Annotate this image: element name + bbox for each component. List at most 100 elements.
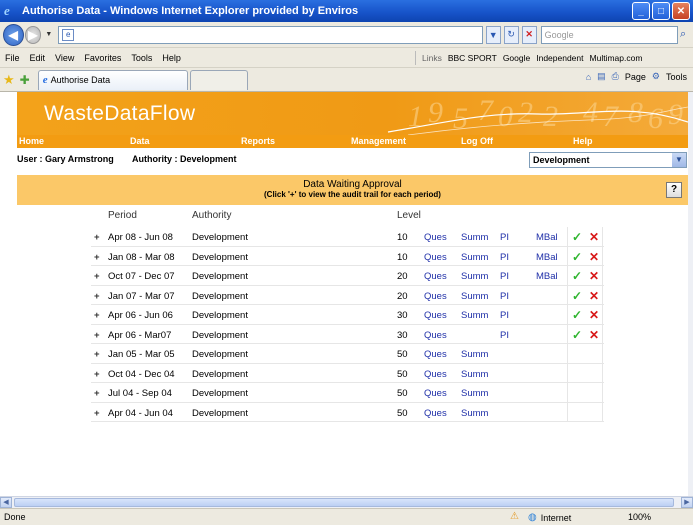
expand-audit-button[interactable]: + [94,369,100,380]
expand-audit-button[interactable]: + [94,232,100,243]
menu-help[interactable]: Help [157,53,186,63]
history-dropdown-icon[interactable]: ▼ [45,31,52,38]
approve-check-icon[interactable]: ✓ [572,308,582,322]
scroll-left-icon[interactable]: ◀ [0,497,12,508]
expand-audit-button[interactable]: + [94,330,100,341]
ques-link[interactable]: Ques [424,349,447,360]
nav-data[interactable]: Data [130,136,150,146]
menu-file[interactable]: File [0,53,25,63]
reject-x-icon[interactable]: ✕ [589,289,599,303]
expand-audit-button[interactable]: + [94,252,100,263]
ques-link[interactable]: Ques [424,310,447,321]
feeds-icon[interactable]: ▤ [597,71,606,82]
forward-button[interactable]: ▶ [24,25,42,44]
reject-x-icon[interactable]: ✕ [589,230,599,244]
close-button[interactable]: ✕ [672,2,690,20]
scroll-right-icon[interactable]: ▶ [681,497,693,508]
add-favorites-icon[interactable]: ✚ [20,73,30,87]
links-separator [415,51,416,65]
tools-menu[interactable]: Tools [666,72,687,82]
approve-check-icon[interactable]: ✓ [572,230,582,244]
ques-link[interactable]: Ques [424,252,447,263]
expand-audit-button[interactable]: + [94,310,100,321]
summ-link[interactable]: Summ [461,232,488,243]
home-icon[interactable]: ⌂ [586,72,591,82]
favorites-star-icon[interactable]: ★ [3,72,15,88]
svg-text:7: 7 [478,94,495,127]
mbal-link[interactable]: MBal [536,252,558,263]
summ-link[interactable]: Summ [461,369,488,380]
expand-audit-button[interactable]: + [94,291,100,302]
menu-view[interactable]: View [50,53,79,63]
minimize-button[interactable]: _ [632,2,650,20]
row-level: 50 [397,368,408,380]
help-button[interactable]: ? [666,182,682,198]
pi-link[interactable]: PI [500,252,509,263]
back-button[interactable]: ◀ [3,23,24,46]
summ-link[interactable]: Summ [461,388,488,399]
menu-edit[interactable]: Edit [25,53,51,63]
ques-link[interactable]: Ques [424,408,447,419]
expand-audit-button[interactable]: + [94,271,100,282]
ques-link[interactable]: Ques [424,291,447,302]
expand-audit-button[interactable]: + [94,408,100,419]
link-independent[interactable]: Independent [536,53,583,63]
reject-x-icon[interactable]: ✕ [589,328,599,342]
summ-link[interactable]: Summ [461,291,488,302]
summ-link[interactable]: Summ [461,252,488,263]
mbal-link[interactable]: MBal [536,271,558,282]
address-dropdown-icon[interactable]: ▼ [485,25,501,44]
nav-management[interactable]: Management [351,136,406,146]
approve-check-icon[interactable]: ✓ [572,269,582,283]
expand-audit-button[interactable]: + [94,388,100,399]
approve-check-icon[interactable]: ✓ [572,250,582,264]
nav-help[interactable]: Help [573,136,593,146]
ques-link[interactable]: Ques [424,388,447,399]
link-multimap[interactable]: Multimap.com [590,53,643,63]
vertical-scrollbar[interactable] [688,92,693,496]
pi-link[interactable]: PI [500,232,509,243]
maximize-button[interactable]: □ [652,2,670,20]
menu-favorites[interactable]: Favorites [79,53,126,63]
search-icon[interactable]: ⌕ [680,28,693,41]
expand-audit-button[interactable]: + [94,349,100,360]
pi-link[interactable]: PI [500,330,509,341]
summ-link[interactable]: Summ [461,349,488,360]
reject-x-icon[interactable]: ✕ [589,308,599,322]
page-menu[interactable]: Page [625,72,646,82]
mbal-link[interactable]: MBal [536,232,558,243]
scroll-thumb[interactable] [14,498,674,507]
pi-link[interactable]: PI [500,310,509,321]
new-tab-button[interactable] [189,69,248,90]
link-bbc-sport[interactable]: BBC SPORT [448,53,497,63]
search-input[interactable]: Google [540,25,679,44]
approve-check-icon[interactable]: ✓ [572,289,582,303]
stop-icon[interactable]: ✕ [521,25,537,44]
reject-x-icon[interactable]: ✕ [589,250,599,264]
ques-link[interactable]: Ques [424,369,447,380]
nav-log-off[interactable]: Log Off [461,136,493,146]
menu-tools[interactable]: Tools [126,53,157,63]
link-google[interactable]: Google [503,53,530,63]
horizontal-scrollbar[interactable]: ◀ ▶ [0,496,693,508]
reject-x-icon[interactable]: ✕ [589,269,599,283]
chevron-down-icon[interactable]: ▼ [672,153,686,167]
summ-link[interactable]: Summ [461,408,488,419]
ques-link[interactable]: Ques [424,232,447,243]
authority-select[interactable]: Development ▼ [529,152,687,168]
ques-link[interactable]: Ques [424,330,447,341]
summ-link[interactable]: Summ [461,310,488,321]
ques-link[interactable]: Ques [424,271,447,282]
nav-reports[interactable]: Reports [241,136,275,146]
pi-link[interactable]: PI [500,291,509,302]
row-level: 20 [397,271,408,282]
pi-link[interactable]: PI [500,271,509,282]
approve-check-icon[interactable]: ✓ [572,328,582,342]
address-input[interactable]: e [58,25,483,44]
print-icon[interactable]: ⎙ [612,71,619,82]
tab-authorise-data[interactable]: e Authorise Data [37,69,188,90]
refresh-icon[interactable]: ↻ [503,25,519,44]
summ-link[interactable]: Summ [461,271,488,282]
zoom-level[interactable]: 100% [628,512,651,522]
nav-home[interactable]: Home [19,136,44,146]
